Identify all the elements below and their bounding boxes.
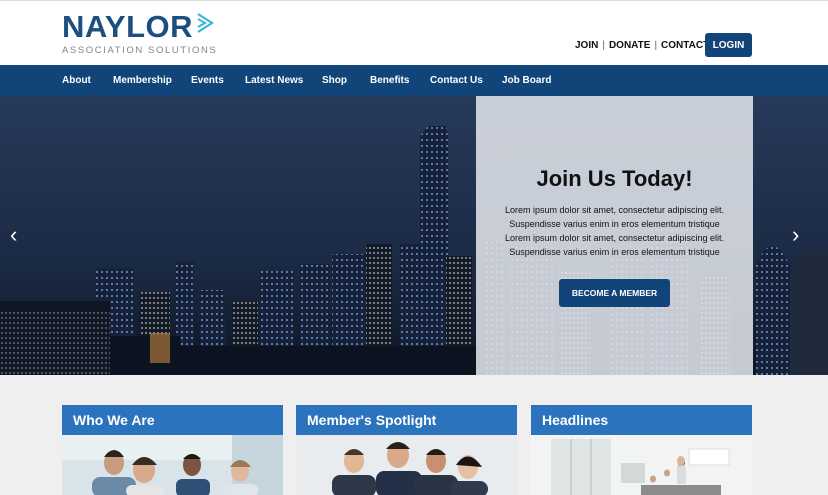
nav-item-latest-news[interactable]: Latest News (245, 65, 303, 96)
card-title: Headlines (531, 405, 752, 435)
login-button[interactable]: LOGIN (705, 33, 752, 57)
main-nav: About Membership Events Latest News Shop… (0, 65, 828, 96)
headlines-photo (531, 435, 752, 495)
naylor-logo[interactable]: NAYLOR ASSOCIATION SOLUTIONS (62, 9, 218, 57)
donate-link[interactable]: DONATE (609, 40, 650, 51)
join-link[interactable]: JOIN (575, 40, 598, 51)
nav-item-about[interactable]: About (62, 65, 91, 96)
nav-item-membership[interactable]: Membership (113, 65, 172, 96)
team-photo (62, 435, 283, 495)
nav-item-job-board[interactable]: Job Board (502, 65, 551, 96)
hero-carousel: ‹ › Join Us Today! Lorem ipsum dolor sit… (0, 96, 828, 375)
carousel-next-icon[interactable]: › (792, 224, 799, 246)
hero-title: Join Us Today! (536, 166, 693, 191)
nav-item-benefits[interactable]: Benefits (370, 65, 409, 96)
carousel-prev-icon[interactable]: ‹ (10, 224, 17, 246)
utility-links: JOIN | DONATE | CONTACT US (575, 40, 726, 51)
hero-line: Lorem ipsum dolor sit amet, consectetur … (504, 233, 725, 243)
card-who-we-are[interactable]: Who We Are (62, 405, 283, 495)
logo-wordmark: NAYLOR (62, 9, 194, 44)
members-photo (296, 435, 517, 495)
hero-line: Lorem ipsum dolor sit amet, consectetur … (504, 205, 725, 215)
card-headlines[interactable]: Headlines (531, 405, 752, 495)
become-a-member-button[interactable]: BECOME A MEMBER (559, 279, 670, 307)
site-header: NAYLOR ASSOCIATION SOLUTIONS JOIN | DONA… (0, 0, 828, 65)
nav-item-contact-us[interactable]: Contact Us (430, 65, 483, 96)
card-members-spotlight[interactable]: Member's Spotlight (296, 405, 517, 495)
card-title: Member's Spotlight (296, 405, 517, 435)
card-title: Who We Are (62, 405, 283, 435)
separator: | (602, 40, 605, 51)
hero-line: Suspendisse varius enim in eros elementu… (509, 247, 720, 257)
logo-chevrons-icon (197, 13, 215, 33)
hero-line: Suspendisse varius enim in eros elementu… (509, 219, 720, 229)
nav-item-shop[interactable]: Shop (322, 65, 347, 96)
nav-item-events[interactable]: Events (191, 65, 224, 96)
hero-body: Lorem ipsum dolor sit amet, consectetur … (490, 203, 739, 259)
logo-tagline: ASSOCIATION SOLUTIONS (62, 45, 218, 56)
hero-callout-panel: Join Us Today! Lorem ipsum dolor sit ame… (476, 96, 753, 375)
separator: | (654, 40, 658, 51)
